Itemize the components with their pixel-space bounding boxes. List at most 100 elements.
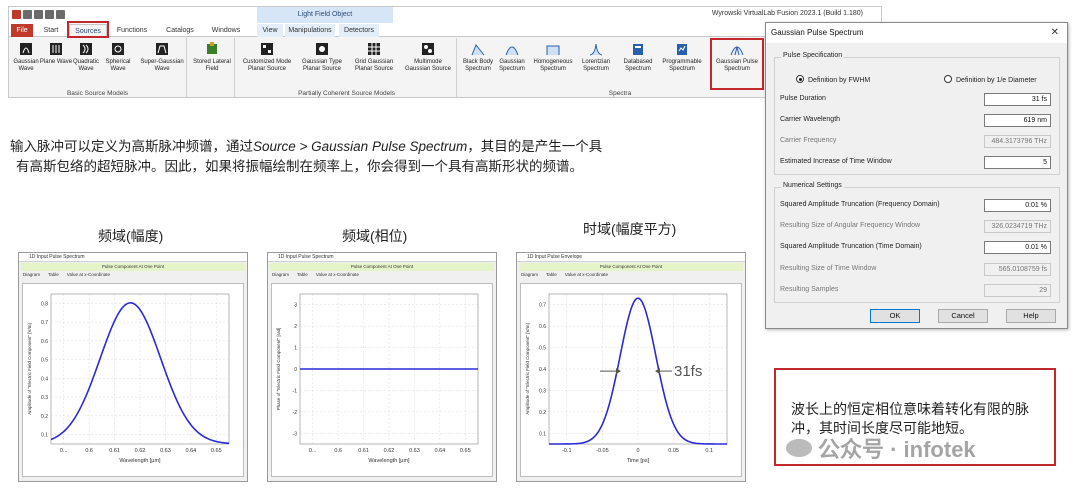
save-icon[interactable] — [45, 10, 54, 19]
y-tick-label: 0.1 — [539, 431, 546, 437]
plot-window-time[interactable]: 1D Input Pulse Envelope Pulse Component … — [516, 252, 746, 482]
plot-area[interactable]: 0... 0.6 0.61 0.62 0.63 0.64 0.65 0.1 0.2 0.3 0.4 0… — [22, 283, 244, 477]
fwhm-annotation: 31fs — [674, 363, 702, 380]
plot-title-amplitude: 频域(幅度) — [98, 228, 164, 244]
plot-title-time-domain: 时域(幅度平方) — [583, 221, 677, 237]
stored-lateral-field-button[interactable]: Stored Lateral Field — [193, 41, 231, 73]
new-icon[interactable] — [23, 10, 32, 19]
multimode-icon — [420, 41, 436, 57]
open-icon[interactable] — [34, 10, 43, 19]
plane-wave-button[interactable]: Plane Wave — [39, 41, 73, 66]
freq-truncation-input[interactable]: 0.01 % — [984, 199, 1051, 212]
radio-fwhm[interactable]: Definition by FWHM — [796, 75, 870, 84]
y-tick-label: 0.7 — [41, 320, 48, 326]
spherical-wave-button[interactable]: Spherical Wave — [101, 41, 135, 73]
tab-manipulations[interactable]: Manipulations — [285, 24, 335, 37]
programmable-spectrum-button[interactable]: Programmable Spectrum — [659, 41, 705, 73]
gaussian-type-planar-source-button[interactable]: Gaussian Type Planar Source — [297, 41, 347, 73]
spectrum-icon — [504, 41, 520, 57]
window-title: 1D Input Pulse Spectrum — [268, 253, 496, 262]
spherical-wave-icon — [110, 41, 126, 57]
cancel-button[interactable]: Cancel — [938, 309, 988, 323]
tab-diagram[interactable]: Diagram — [272, 271, 289, 279]
field-label: Squared Amplitude Truncation (Frequency … — [780, 201, 940, 208]
super-gaussian-wave-button[interactable]: Super-Gaussian Wave — [139, 41, 185, 73]
y-tick-label: 3 — [294, 303, 297, 309]
black-body-spectrum-button[interactable]: Black Body Spectrum — [461, 41, 495, 73]
tab-value[interactable]: Value at x-Coordinate — [316, 271, 359, 279]
tab-table[interactable]: Table — [48, 271, 59, 279]
x-tick-label: 0 — [636, 448, 639, 454]
quadratic-wave-button[interactable]: Quadratic Wave — [69, 41, 103, 73]
tab-table[interactable]: Table — [297, 271, 308, 279]
ribbon-groups: Gaussian Wave Plane Wave Quadratic Wave … — [9, 38, 881, 98]
pulse-duration-input[interactable]: 31 fs — [984, 93, 1051, 106]
help-button[interactable]: Help — [1006, 309, 1056, 323]
tab-catalogs[interactable]: Catalogs — [161, 24, 199, 37]
plot-tabs: Diagram Table Value at x-Coordinate — [517, 271, 745, 279]
tab-diagram[interactable]: Diagram — [23, 271, 40, 279]
gaussian-pulse-dialog: Gaussian Pulse Spectrum ✕ Pulse Specifica… — [765, 22, 1068, 329]
context-title: Light Field Object — [257, 7, 393, 23]
field-label: Squared Amplitude Truncation (Time Domai… — [780, 243, 922, 250]
homogeneous-spectrum-button[interactable]: Homogeneous Spectrum — [531, 41, 575, 73]
app-icon — [12, 10, 21, 19]
y-tick-label: 0.7 — [539, 303, 546, 309]
grid-gaussian-icon — [366, 41, 382, 57]
freq-window-value: 326.0234719 THz — [984, 220, 1051, 233]
plot-window-phase[interactable]: 1D Input Pulse Spectrum Pulse Component … — [267, 252, 497, 482]
close-icon[interactable]: ✕ — [1051, 23, 1059, 43]
virtuallab-ribbon: Light Field Object Wyrowski VirtualLab F… — [8, 6, 882, 98]
grid-gaussian-planar-source-button[interactable]: Grid Gaussian Planar Source — [349, 41, 399, 73]
y-tick-label: 0.2 — [41, 414, 48, 420]
multimode-gaussian-source-button[interactable]: Multimode Gaussian Source — [401, 41, 455, 73]
tab-value[interactable]: Value at x-Coordinate — [67, 271, 110, 279]
x-tick-label: 0.1 — [705, 448, 713, 454]
plane-wave-icon — [48, 41, 64, 57]
samples-value: 29 — [984, 284, 1051, 297]
y-tick-label: 0.5 — [41, 358, 48, 364]
time-truncation-input[interactable]: 0.01 % — [984, 241, 1051, 254]
customized-mode-planar-source-button[interactable]: Customized Mode Planar Source — [239, 41, 295, 73]
radio-1e-diameter[interactable]: Definition by 1/e Diameter — [944, 75, 1037, 84]
tab-file[interactable]: File — [11, 24, 33, 37]
time-window-value: 565.0108759 fs — [984, 263, 1051, 276]
gaussian-wave-button[interactable]: Gaussian Wave — [9, 41, 43, 73]
quick-access-toolbar[interactable] — [12, 10, 65, 19]
y-tick-label: 0.1 — [41, 433, 48, 439]
y-tick-label: -1 — [293, 388, 298, 394]
stored-field-icon — [204, 41, 220, 57]
group-basic-source-models: Gaussian Wave Plane Wave Quadratic Wave … — [9, 38, 187, 98]
x-tick-label: 0.62 — [135, 448, 146, 454]
ok-button[interactable]: OK — [870, 309, 920, 323]
field-label: Resulting Size of Time Window — [780, 265, 877, 272]
print-icon[interactable] — [56, 10, 65, 19]
group-label: Spectra — [608, 90, 632, 97]
gaussian-pulse-highlight — [710, 38, 764, 90]
tab-view[interactable]: View — [257, 24, 283, 37]
plot-window-amplitude[interactable]: 1D Input Pulse Spectrum Pulse Component … — [18, 252, 248, 482]
amplitude-chart: 0... 0.6 0.61 0.62 0.63 0.64 0.65 0.1 0.2 0.3 0.4 0… — [27, 293, 230, 464]
tab-start[interactable]: Start — [39, 24, 63, 37]
lorentzian-spectrum-button[interactable]: Lorentzian Spectrum — [577, 41, 615, 73]
group-label: Partially Coherent Source Models — [298, 90, 395, 97]
tab-windows[interactable]: Windows — [207, 24, 245, 37]
plot-area[interactable]: 0... 0.6 0.61 0.62 0.63 0.64 0.65 -3 -2 -1 0 1 2 3 Wav… — [271, 283, 493, 477]
databased-spectrum-button[interactable]: Databased Spectrum — [621, 41, 655, 73]
ribbon-tabs: File Start Sources Functions Catalogs Wi… — [9, 21, 881, 38]
window-title: 1D Input Pulse Spectrum — [19, 253, 247, 262]
tab-table[interactable]: Table — [546, 271, 557, 279]
tab-functions[interactable]: Functions — [113, 24, 151, 37]
tab-value[interactable]: Value at x-Coordinate — [565, 271, 608, 279]
y-tick-label: 0.8 — [41, 301, 48, 307]
y-tick-label: -3 — [293, 431, 298, 437]
carrier-wavelength-input[interactable]: 619 nm — [984, 114, 1051, 127]
x-tick-label: 0.63 — [409, 448, 420, 454]
time-window-increase-input[interactable]: 5 — [984, 156, 1051, 169]
y-axis-label: Amplitude of "Electric Field Component" … — [525, 323, 530, 414]
plot-area[interactable]: -0.1 -0.05 0 0.05 0.1 0.1 0.2 0.3 0.4 0.5 0.6 0.7 Ti… — [520, 283, 742, 477]
tab-diagram[interactable]: Diagram — [521, 271, 538, 279]
gaussian-spectrum-button[interactable]: Gaussian Spectrum — [495, 41, 529, 73]
tab-detectors[interactable]: Detectors — [339, 24, 379, 37]
y-tick-label: -2 — [293, 410, 298, 416]
